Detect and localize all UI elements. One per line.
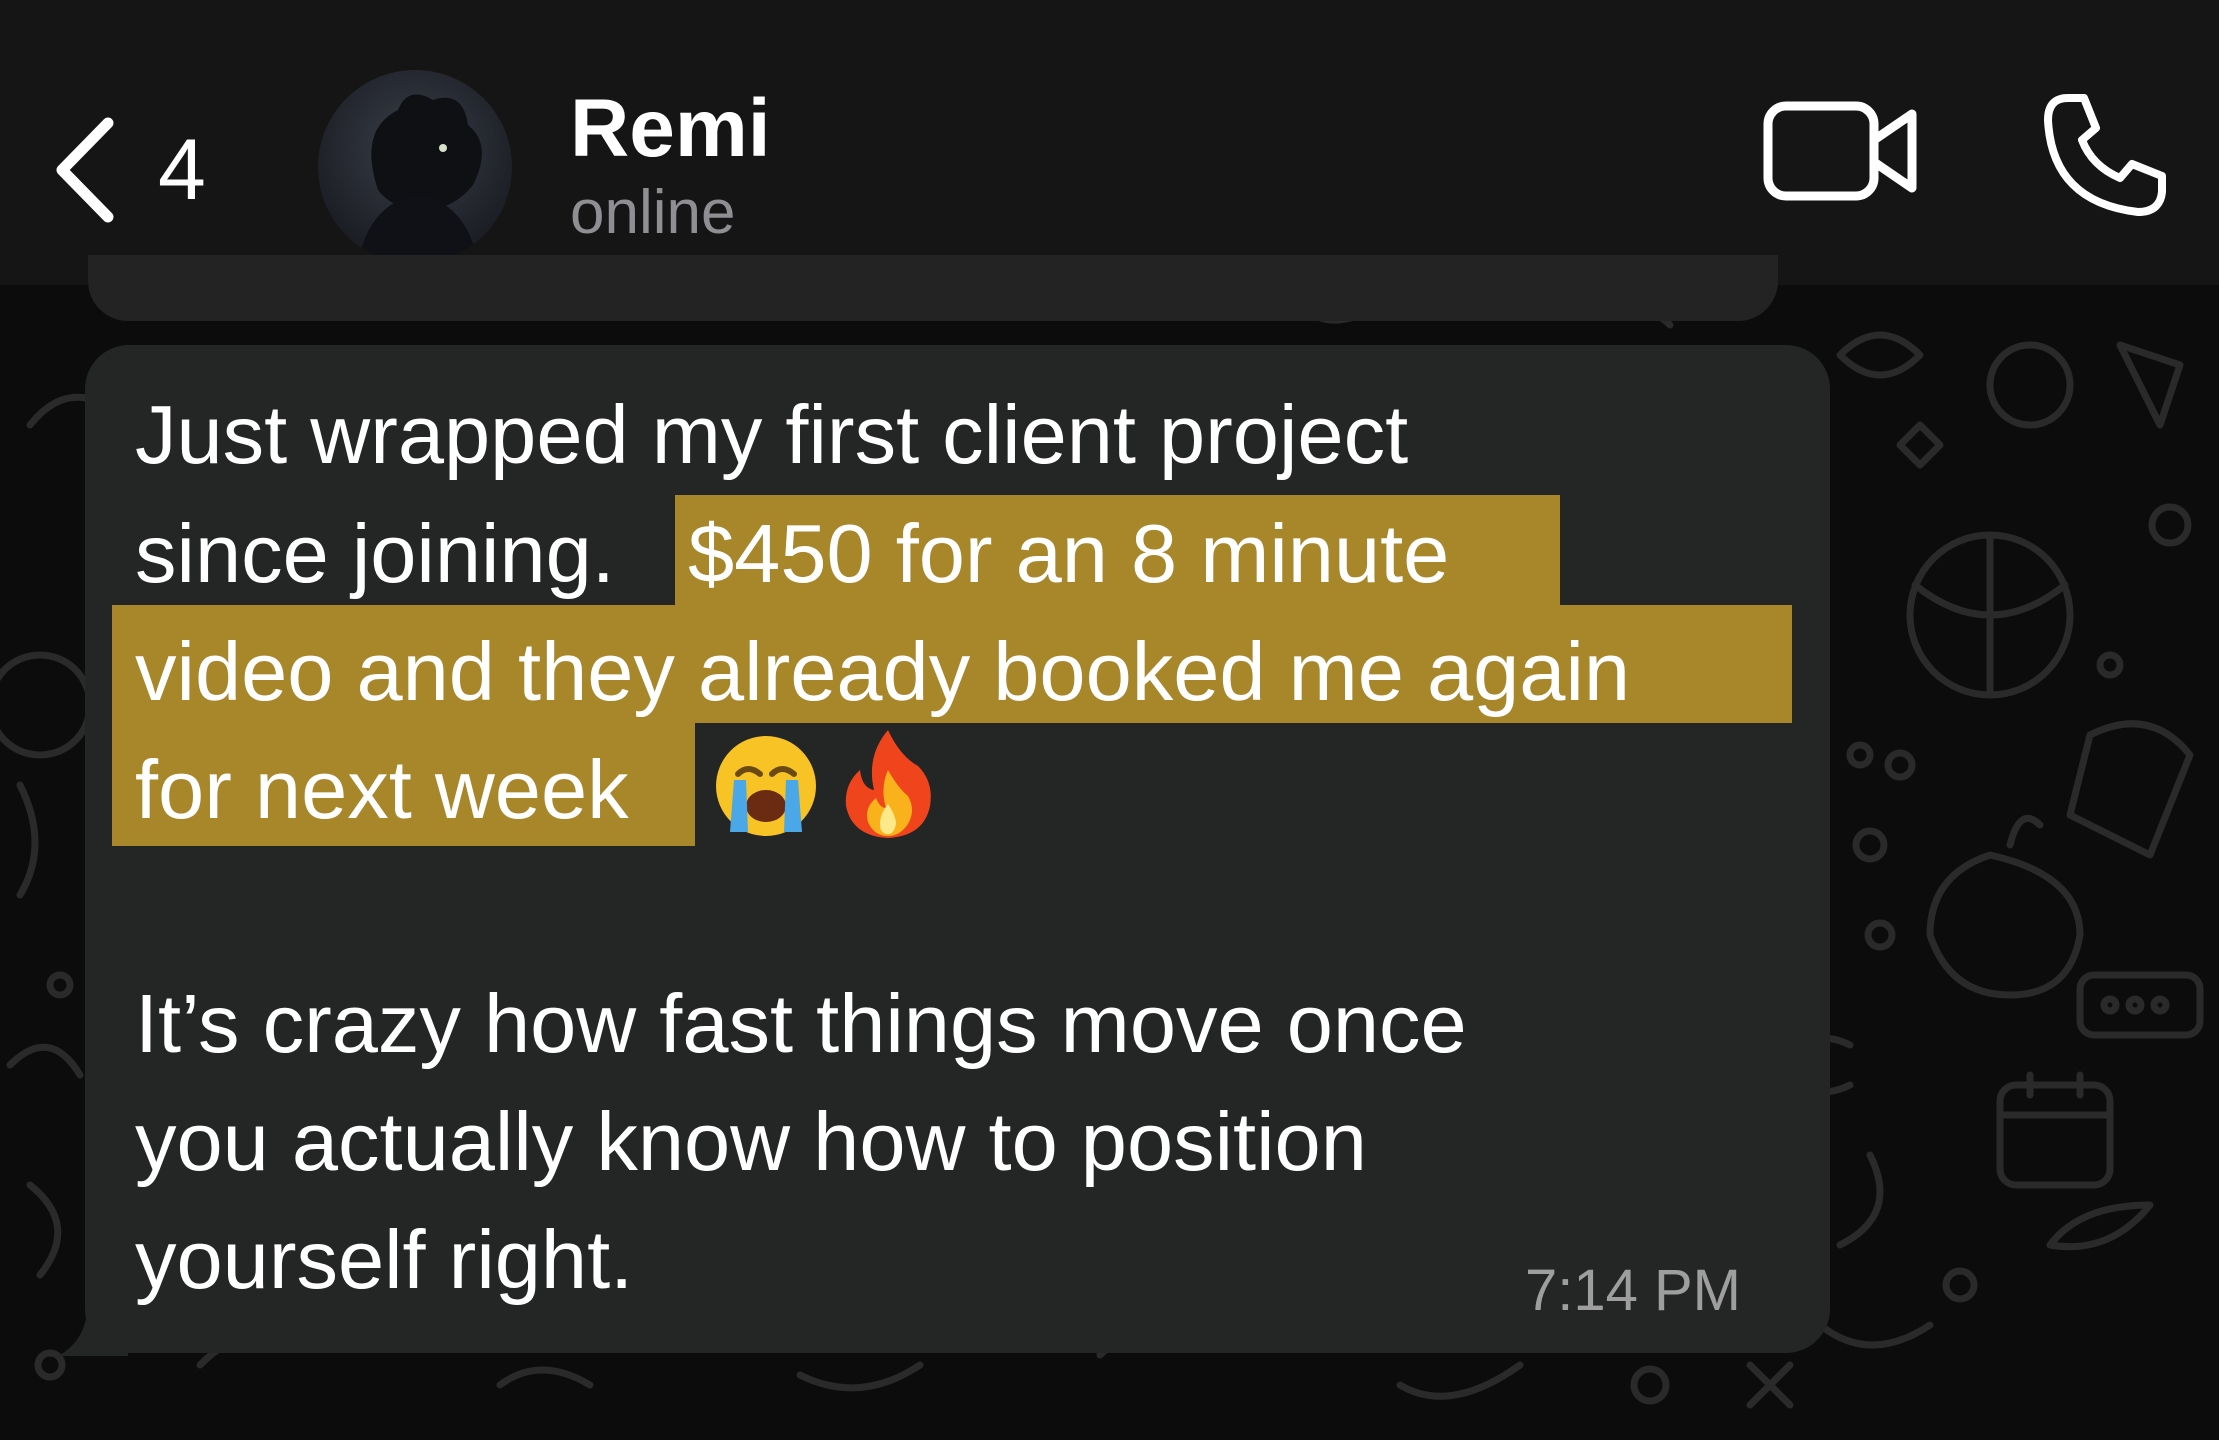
- contact-status: online: [570, 178, 736, 247]
- avatar[interactable]: [318, 70, 512, 264]
- message-timestamp: 7:14 PM: [1525, 1258, 1741, 1323]
- message-line-7: yourself right.: [135, 1213, 634, 1306]
- phone-icon: [2044, 94, 2166, 216]
- chevron-left-icon: [56, 117, 114, 223]
- video-camera-icon: [1763, 101, 1917, 201]
- message-line-6: you actually know how to position: [135, 1095, 1367, 1188]
- message-line-4: for next week: [135, 743, 629, 836]
- fire-emoji: [845, 730, 931, 838]
- message-line-2a: since joining.: [135, 507, 615, 600]
- message-line-5: It’s crazy how fast things move once: [135, 977, 1467, 1070]
- chat-screen: 4 Remi online Just wrapped my first clie…: [0, 0, 2219, 1440]
- contact-name[interactable]: Remi: [570, 88, 771, 170]
- message-line-1: Just wrapped my first client project: [135, 388, 1409, 481]
- video-call-button[interactable]: [1762, 96, 1922, 206]
- back-button[interactable]: 4: [50, 110, 250, 230]
- message-line-2b: $450 for an 8 minute: [688, 507, 1450, 600]
- crying-face-emoji: [716, 736, 816, 836]
- unread-count: 4: [158, 122, 206, 218]
- voice-call-button[interactable]: [2040, 90, 2170, 220]
- previous-message-bubble: [88, 255, 1778, 321]
- chat-header: 4 Remi online: [0, 0, 2219, 285]
- message-line-3: video and they already booked me again: [135, 625, 1631, 718]
